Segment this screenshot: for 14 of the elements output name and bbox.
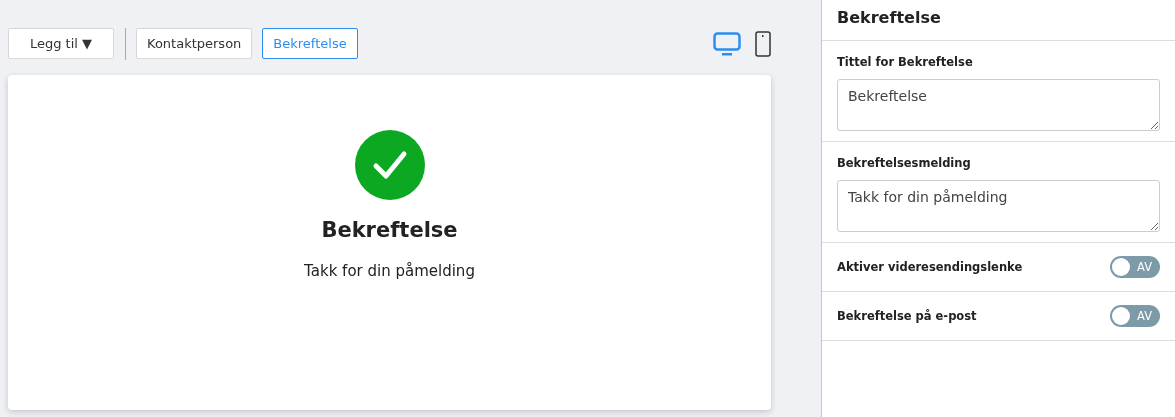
toggle-label: Aktiver videresendingslenke [837,260,1023,274]
preview-message: Takk for din påmelding [304,262,475,280]
field-label: Tittel for Bekreftelse [837,55,974,69]
desktop-icon[interactable] [713,31,741,56]
panel-title: Bekreftelse [822,0,1175,41]
text-area[interactable]: Bekreftelse [837,79,1160,131]
check-icon [354,130,425,200]
tab[interactable]: Kontaktperson [136,28,253,59]
toggle-label: Bekreftelse på e-post [837,309,977,323]
field-label: Bekreftelsesmelding [837,156,972,170]
preview-title: Bekreftelse [321,218,458,242]
add-button[interactable]: Legg til ▼ [8,28,114,59]
phone-icon[interactable] [755,30,771,57]
text-area[interactable]: Takk for din påmelding [837,180,1160,232]
